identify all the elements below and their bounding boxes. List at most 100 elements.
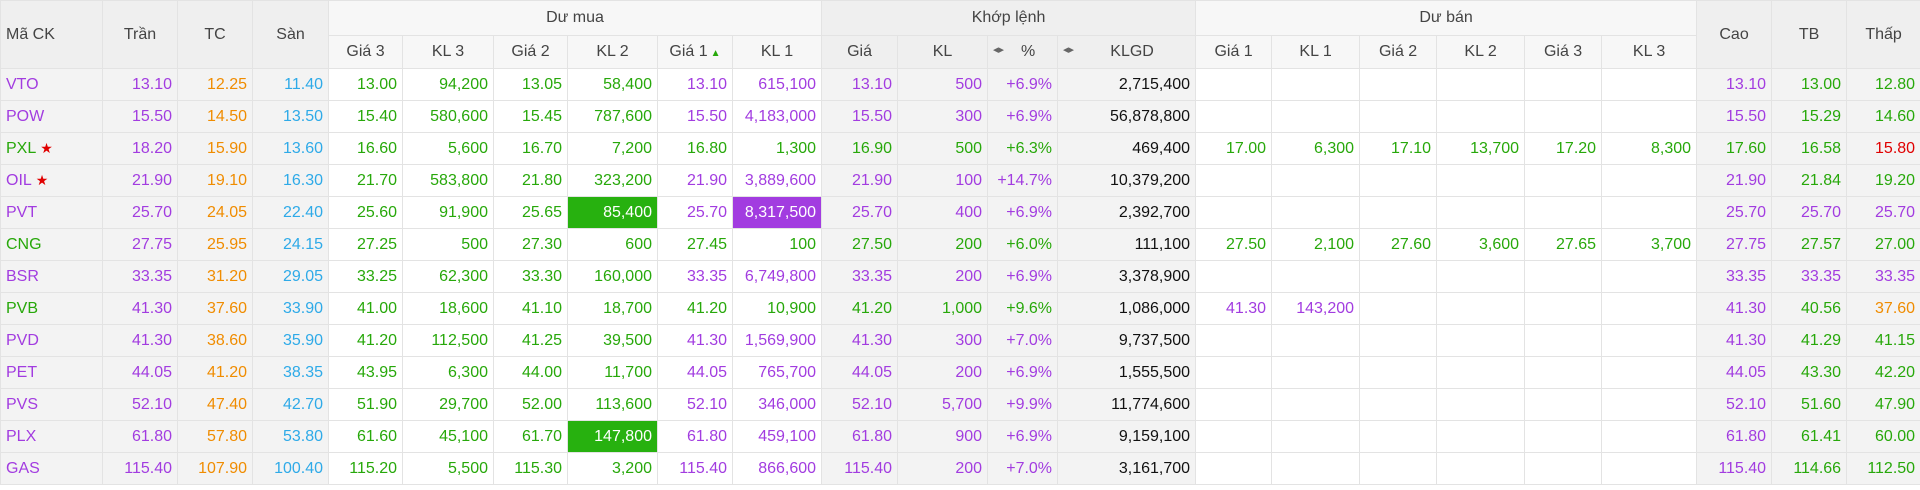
symbol-cell[interactable]: CNG bbox=[0, 228, 103, 261]
symbol-cell[interactable]: PXL ★ bbox=[0, 132, 103, 165]
ask-price3-cell bbox=[1524, 196, 1603, 229]
bid-vol2-cell: 323,200 bbox=[567, 164, 658, 197]
col-bid-vol2-header[interactable]: KL 2 bbox=[567, 35, 658, 69]
col-bid-price2-header[interactable]: Giá 2 bbox=[493, 35, 568, 69]
bid-price1-cell: 41.30 bbox=[657, 324, 733, 357]
col-match-pct-header[interactable]: ◂▸% bbox=[987, 35, 1059, 69]
symbol-cell[interactable]: GAS bbox=[0, 452, 103, 485]
floor-cell: 22.40 bbox=[252, 196, 329, 229]
table-row[interactable]: OIL ★ 21.90 19.10 16.30 21.70 583,800 21.80 323,… bbox=[0, 164, 1920, 197]
col-match-price-header[interactable]: Giá bbox=[821, 35, 899, 69]
ask-vol3-cell bbox=[1601, 324, 1698, 357]
low-cell: 14.60 bbox=[1846, 100, 1920, 133]
col-avg-header[interactable]: TB bbox=[1771, 0, 1848, 69]
col-ask-vol2-header[interactable]: KL 2 bbox=[1436, 35, 1526, 69]
match-price-cell: 44.05 bbox=[821, 356, 899, 389]
symbol-cell[interactable]: PLX bbox=[0, 420, 103, 453]
col-symbol-header[interactable]: Mã CK bbox=[0, 0, 103, 69]
col-ask-price3-header[interactable]: Giá 3 bbox=[1524, 35, 1603, 69]
match-vol-cell: 5,700 bbox=[897, 388, 989, 421]
table-row[interactable]: POW 15.50 14.50 13.50 15.40 580,600 15.45 787,6… bbox=[0, 100, 1920, 133]
bid-price2-cell: 13.05 bbox=[493, 68, 568, 101]
col-high-header[interactable]: Cao bbox=[1696, 0, 1773, 69]
ask-price3-cell bbox=[1524, 420, 1603, 453]
bid-price3-cell: 16.60 bbox=[328, 132, 403, 165]
symbol-cell[interactable]: PET bbox=[0, 356, 103, 389]
low-cell: 60.00 bbox=[1846, 420, 1920, 453]
ask-vol3-cell bbox=[1601, 100, 1698, 133]
col-bid-vol3-header[interactable]: KL 3 bbox=[402, 35, 494, 69]
table-row[interactable]: PXL ★ 18.20 15.90 13.60 16.60 5,600 16.70 7,200 1… bbox=[0, 132, 1920, 165]
bid-vol1-cell: 4,183,000 bbox=[731, 100, 823, 133]
ask-group-header: Dư bán bbox=[1195, 0, 1698, 36]
symbol-label: PVB bbox=[6, 299, 39, 317]
symbol-cell[interactable]: PVT bbox=[0, 196, 103, 229]
avg-cell: 13.00 bbox=[1771, 68, 1848, 101]
ask-price1-cell bbox=[1195, 388, 1273, 421]
avg-cell: 16.58 bbox=[1771, 132, 1848, 165]
high-cell: 41.30 bbox=[1696, 324, 1773, 357]
ask-vol1-cell: 6,300 bbox=[1271, 132, 1361, 165]
col-low-header[interactable]: Thấp bbox=[1846, 0, 1920, 69]
ceiling-cell: 21.90 bbox=[102, 164, 178, 197]
price-board: Mã CK Trần TC Sàn Dư mua Khớp lệnh Dư bá… bbox=[0, 0, 1920, 490]
symbol-cell[interactable]: OIL ★ bbox=[0, 164, 103, 197]
ask-vol2-cell bbox=[1436, 100, 1526, 133]
swap-arrows-icon[interactable]: ◂▸ bbox=[993, 43, 1004, 56]
table-row[interactable]: PLX 61.80 57.80 53.80 61.60 45,100 61.70 147,80… bbox=[0, 420, 1920, 453]
table-row[interactable]: PVS 52.10 47.40 42.70 51.90 29,700 52.00 113,60… bbox=[0, 388, 1920, 421]
col-bid-price1-header[interactable]: Giá 1 ▲ bbox=[657, 35, 733, 69]
avg-cell: 25.70 bbox=[1771, 196, 1848, 229]
table-row[interactable]: PVB 41.30 37.60 33.90 41.00 18,600 41.10 18,700… bbox=[0, 292, 1920, 325]
total-vol-cell: 3,161,700 bbox=[1057, 452, 1197, 485]
bid-vol3-cell: 5,600 bbox=[402, 132, 494, 165]
bid-price3-cell: 15.40 bbox=[328, 100, 403, 133]
swap-arrows-icon[interactable]: ◂▸ bbox=[1063, 43, 1074, 56]
col-reference-header[interactable]: TC bbox=[177, 0, 253, 69]
sort-up-icon[interactable]: ▲ bbox=[711, 48, 721, 59]
symbol-cell[interactable]: PVS bbox=[0, 388, 103, 421]
avg-cell: 27.57 bbox=[1771, 228, 1848, 261]
symbol-cell[interactable]: PVD bbox=[0, 324, 103, 357]
floor-cell: 29.05 bbox=[252, 260, 329, 293]
bid-price2-cell: 33.30 bbox=[493, 260, 568, 293]
avg-cell: 33.35 bbox=[1771, 260, 1848, 293]
ask-vol1-cell bbox=[1271, 260, 1361, 293]
floor-cell: 13.50 bbox=[252, 100, 329, 133]
col-total-vol-header[interactable]: ◂▸ KLGD bbox=[1057, 35, 1197, 69]
symbol-cell[interactable]: POW bbox=[0, 100, 103, 133]
col-match-vol-header[interactable]: KL bbox=[897, 35, 989, 69]
table-row[interactable]: VTO 13.10 12.25 11.40 13.00 94,200 13.05 58,400… bbox=[0, 68, 1920, 101]
floor-cell: 11.40 bbox=[252, 68, 329, 101]
table-row[interactable]: CNG 27.75 25.95 24.15 27.25 500 27.30 600 27.45 1… bbox=[0, 228, 1920, 261]
symbol-cell[interactable]: PVB bbox=[0, 292, 103, 325]
table-row[interactable]: PET 44.05 41.20 38.35 43.95 6,300 44.00 11,700 4… bbox=[0, 356, 1920, 389]
col-floor-header[interactable]: Sàn bbox=[252, 0, 329, 69]
col-ask-vol1-header[interactable]: KL 1 bbox=[1271, 35, 1361, 69]
ask-price3-cell bbox=[1524, 100, 1603, 133]
low-cell: 15.80 bbox=[1846, 132, 1920, 165]
floor-cell: 42.70 bbox=[252, 388, 329, 421]
col-bid-vol1-header[interactable]: KL 1 bbox=[731, 35, 823, 69]
col-ceiling-header[interactable]: Trần bbox=[102, 0, 178, 69]
symbol-cell[interactable]: VTO bbox=[0, 68, 103, 101]
col-bid-price3-header[interactable]: Giá 3 bbox=[328, 35, 403, 69]
table-row[interactable]: PVT 25.70 24.05 22.40 25.60 91,900 25.65 85,400… bbox=[0, 196, 1920, 229]
symbol-cell[interactable]: BSR bbox=[0, 260, 103, 293]
bid-vol3-cell: 5,500 bbox=[402, 452, 494, 485]
table-row[interactable]: PVD 41.30 38.60 35.90 41.20 112,500 41.25 39,50… bbox=[0, 324, 1920, 357]
col-ask-vol3-header[interactable]: KL 3 bbox=[1601, 35, 1698, 69]
ask-vol2-cell bbox=[1436, 260, 1526, 293]
table-row[interactable]: BSR 33.35 31.20 29.05 33.25 62,300 33.30 160,00… bbox=[0, 260, 1920, 293]
ask-price2-cell: 27.60 bbox=[1359, 228, 1438, 261]
table-row[interactable]: GAS 115.40 107.90 100.40 115.20 5,500 115.30 3,… bbox=[0, 452, 1920, 485]
ask-price1-cell bbox=[1195, 324, 1273, 357]
match-vol-cell: 500 bbox=[897, 68, 989, 101]
ask-price2-cell bbox=[1359, 420, 1438, 453]
floor-cell: 24.15 bbox=[252, 228, 329, 261]
match-price-cell: 21.90 bbox=[821, 164, 899, 197]
ask-price1-cell: 41.30 bbox=[1195, 292, 1273, 325]
col-ask-price2-header[interactable]: Giá 2 bbox=[1359, 35, 1438, 69]
bid-price3-cell: 27.25 bbox=[328, 228, 403, 261]
col-ask-price1-header[interactable]: Giá 1 bbox=[1195, 35, 1273, 69]
